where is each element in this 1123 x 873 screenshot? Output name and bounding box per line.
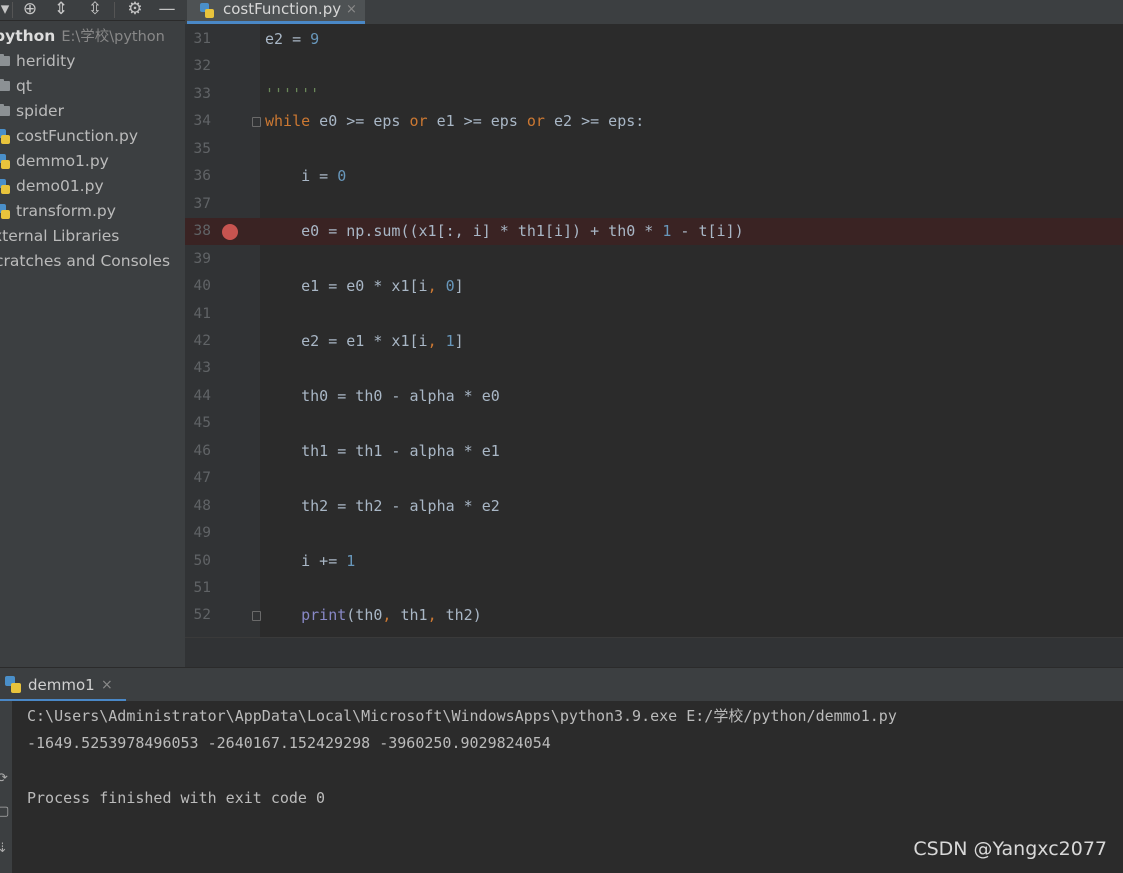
project-tool-window: ▾ ⊕ ⇕ ⇳ ⚙ — python E:\学校\python heridity … xyxy=(0,0,185,667)
tree-item-label: transform.py xyxy=(16,202,116,220)
tree-item-demmo1[interactable]: demmo1.py xyxy=(0,149,185,174)
folder-icon xyxy=(0,104,10,116)
tab-label: costFunction.py xyxy=(223,0,342,18)
project-tree: python E:\学校\python heridity qt spider co… xyxy=(0,24,185,274)
tree-item-heridity[interactable]: heridity xyxy=(0,49,185,74)
tree-item-qt[interactable]: qt xyxy=(0,74,185,99)
tree-item-label: qt xyxy=(16,77,32,95)
python-file-icon xyxy=(0,204,10,219)
tree-item-transform[interactable]: transform.py xyxy=(0,199,185,224)
toolbar-divider xyxy=(12,2,13,18)
python-file-icon xyxy=(200,3,214,18)
python-file-icon xyxy=(0,179,10,194)
tab-label: demmo1 xyxy=(28,676,95,694)
tab-run-demmo1[interactable]: demmo1 × xyxy=(0,668,126,702)
tree-item-costfunction[interactable]: costFunction.py xyxy=(0,124,185,149)
tree-item-label: cratches and Consoles xyxy=(0,252,171,270)
tab-costfunction[interactable]: costFunction.py × xyxy=(187,0,365,24)
collapse-all-icon[interactable]: ⇳ xyxy=(84,0,106,18)
run-side-toolbar: ⟳ ▢ ⇣ xyxy=(0,701,12,873)
watermark: CSDN @Yangxc2077 xyxy=(913,838,1107,860)
stop-icon[interactable]: ▢ xyxy=(0,804,9,819)
python-file-icon xyxy=(0,129,10,144)
scroll-icon[interactable]: ⇣ xyxy=(0,841,9,856)
tree-item-label: xternal Libraries xyxy=(0,227,120,245)
toolbar-divider xyxy=(114,2,115,18)
console-line: -1649.5253978496053 -2640167.152429298 -… xyxy=(27,734,551,752)
tree-root-python[interactable]: python E:\学校\python xyxy=(0,24,185,49)
root-path: E:\学校\python xyxy=(61,29,165,45)
expand-all-icon[interactable]: ⇕ xyxy=(50,0,72,18)
locate-target-icon[interactable]: ⊕ xyxy=(19,0,41,18)
close-icon[interactable]: × xyxy=(346,0,357,19)
folder-icon xyxy=(0,79,10,91)
tree-item-label: heridity xyxy=(16,52,76,70)
fold-marker-icon[interactable] xyxy=(252,611,261,621)
python-file-icon xyxy=(5,676,21,693)
project-toolbar: ▾ ⊕ ⇕ ⇳ ⚙ — xyxy=(0,0,185,21)
tree-item-label: demmo1.py xyxy=(16,152,109,170)
folder-icon xyxy=(0,54,10,66)
breakpoint-icon[interactable] xyxy=(222,224,238,240)
tree-item-demo01[interactable]: demo01.py xyxy=(0,174,185,199)
tree-item-spider[interactable]: spider xyxy=(0,99,185,124)
tree-item-scratches[interactable]: cratches and Consoles xyxy=(0,249,185,274)
editor-gutter[interactable] xyxy=(185,24,260,638)
console-line: Process finished with exit code 0 xyxy=(27,789,326,807)
tree-item-label: costFunction.py xyxy=(16,127,139,145)
dropdown-arrow-icon[interactable]: ▾ xyxy=(0,0,16,18)
run-tool-window-header: demmo1 × xyxy=(0,667,1123,702)
root-name: python xyxy=(0,27,56,45)
editor-tab-bar: costFunction.py × xyxy=(185,0,1123,25)
console-line: C:\Users\Administrator\AppData\Local\Mic… xyxy=(27,707,897,725)
gear-icon[interactable]: ⚙ xyxy=(124,0,146,18)
editor-footer xyxy=(185,637,1123,668)
python-file-icon xyxy=(0,154,10,169)
fold-marker-icon[interactable] xyxy=(252,117,261,127)
tree-item-label: spider xyxy=(16,102,64,120)
rerun-icon[interactable]: ⟳ xyxy=(0,771,9,786)
close-icon[interactable]: × xyxy=(101,668,113,702)
minimize-icon[interactable]: — xyxy=(156,0,178,18)
tree-item-external-libraries[interactable]: xternal Libraries xyxy=(0,224,185,249)
code-editor[interactable] xyxy=(260,24,1123,638)
tree-item-label: demo01.py xyxy=(16,177,104,195)
